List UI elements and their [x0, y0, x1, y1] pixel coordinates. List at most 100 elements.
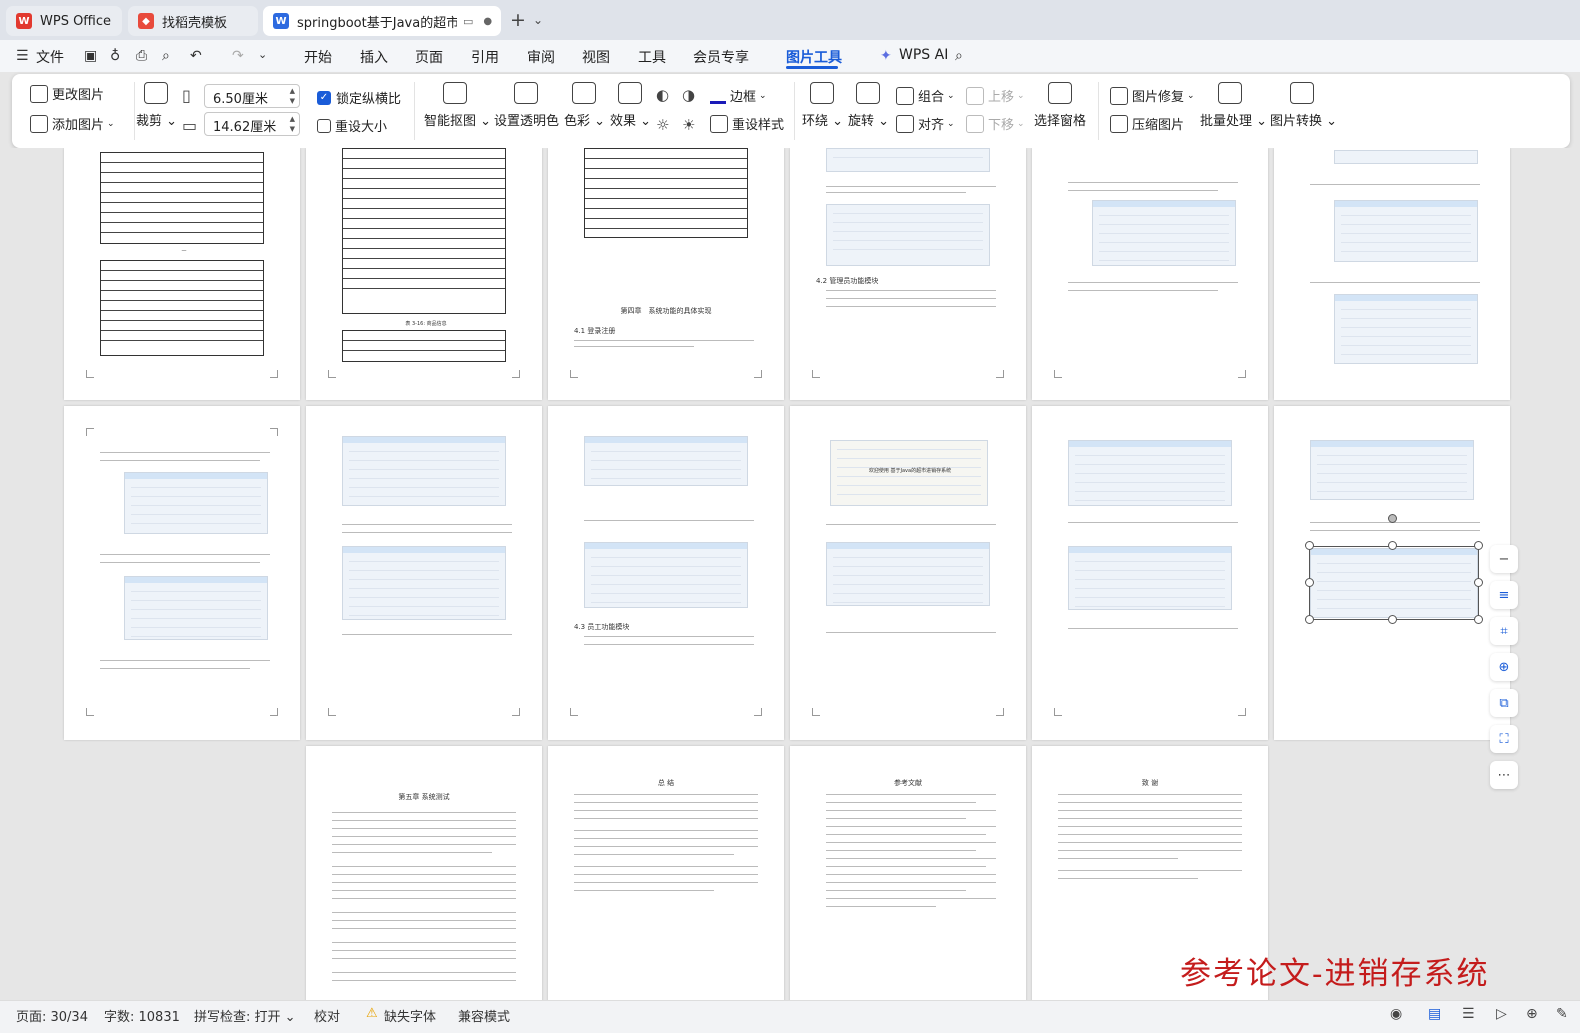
add-image-button[interactable]: 添加图片 ⌄ — [30, 114, 115, 133]
more-icon[interactable]: ⋯ — [1490, 761, 1518, 789]
menu-view[interactable]: 视图 — [582, 47, 610, 67]
print-icon[interactable]: ⎙ — [136, 48, 147, 64]
menu-insert[interactable]: 插入 — [360, 47, 388, 67]
brightness-down-icon[interactable]: ◑ — [682, 86, 695, 104]
menu-member[interactable]: 会员专享 — [693, 47, 749, 67]
width-input[interactable]: 6.50厘米 ▲ ▼ — [204, 84, 300, 108]
page-thumbnail[interactable]: 欢迎使用 基于Java的超市进销存系统 — [790, 406, 1026, 740]
search-icon[interactable]: ⌕ — [955, 48, 963, 64]
page-thumbnail-current[interactable] — [1274, 406, 1510, 740]
menu-start[interactable]: 开始 — [304, 47, 332, 67]
crop-button[interactable]: 裁剪 ⌄ — [136, 82, 177, 129]
pen-icon[interactable]: ✎ — [1556, 1006, 1568, 1022]
bring-forward-button[interactable]: 上移 ⌄ — [966, 86, 1025, 105]
web-view-icon[interactable]: ⊕ — [1526, 1006, 1538, 1022]
more-chevron-icon[interactable]: ⌄ — [258, 48, 267, 61]
page-thumbnail[interactable] — [64, 406, 300, 740]
page-thumbnail[interactable]: 总 结 — [548, 746, 784, 1000]
page-thumbnail[interactable]: 第四章 系统功能的具体实现 4.1 登录注册 — [548, 148, 784, 400]
hamburger-icon[interactable]: ☰ — [16, 48, 29, 64]
rotate-handle[interactable] — [1388, 514, 1397, 523]
zoom-in-icon[interactable]: ⊕ — [1490, 653, 1518, 681]
page-thumbnail[interactable] — [1274, 148, 1510, 400]
resize-handle[interactable] — [1305, 541, 1314, 550]
set-transparent-button[interactable]: 设置透明色 — [494, 82, 559, 129]
page-view-icon[interactable]: ▤ — [1428, 1006, 1441, 1022]
image-repair-button[interactable]: 图片修复 ⌄ — [1110, 86, 1195, 105]
unsaved-dot-icon[interactable]: ● — [483, 16, 492, 27]
resize-handle[interactable] — [1305, 615, 1314, 624]
eye-icon[interactable]: ◉ — [1390, 1006, 1402, 1022]
extract-text-icon[interactable]: ⛶ — [1490, 725, 1518, 753]
menu-tools[interactable]: 工具 — [638, 47, 666, 67]
tab-document[interactable]: W springboot基于Java的超市进 ▭ ● — [263, 6, 501, 36]
border-button[interactable]: 边框 ⌄ — [710, 86, 767, 105]
rotate-button[interactable]: 旋转 ⌄ — [848, 82, 889, 129]
page-indicator[interactable]: 页面: 30/34 — [16, 1006, 88, 1025]
wrap-button[interactable]: 环绕 ⌄ — [802, 82, 843, 129]
batch-button[interactable]: 批量处理 ⌄ — [1200, 82, 1267, 129]
height-input[interactable]: 14.62厘米 ▲ ▼ — [204, 112, 300, 136]
resize-handle[interactable] — [1388, 615, 1397, 624]
chevron-down-icon[interactable]: ⌄ — [533, 13, 543, 27]
save-icon[interactable]: ▣ — [84, 48, 97, 64]
resize-handle[interactable] — [1388, 541, 1397, 550]
selection-frame[interactable] — [1309, 546, 1479, 620]
send-backward-button[interactable]: 下移 ⌄ — [966, 114, 1025, 133]
lock-ratio-checkbox[interactable]: ✓ 锁定纵横比 — [317, 88, 401, 107]
replace-image-icon[interactable]: ⧉ — [1490, 689, 1518, 717]
menu-file[interactable]: 文件 — [36, 47, 64, 67]
page-thumbnail[interactable]: 4.2 管理员功能模块 — [790, 148, 1026, 400]
collapse-icon[interactable]: − — [1490, 545, 1518, 573]
reset-style-button[interactable]: 重设样式 — [710, 114, 784, 133]
page-thumbnail[interactable]: 第五章 系统测试 — [306, 746, 542, 1000]
align-button[interactable]: 对齐 ⌄ — [896, 114, 955, 133]
play-icon[interactable]: ▷ — [1496, 1006, 1507, 1022]
spell-check-toggle[interactable]: 拼写检查: 打开 ⌄ — [194, 1006, 296, 1025]
height-spinner[interactable]: ▲ ▼ — [290, 114, 295, 134]
menu-wps-ai[interactable]: WPS AI — [899, 47, 948, 63]
tab-templates[interactable]: ◆ 找稻壳模板 — [128, 6, 258, 36]
proofread-button[interactable]: 校对 — [314, 1006, 340, 1025]
menu-picture-tools[interactable]: 图片工具 — [786, 47, 842, 67]
screen-icon[interactable]: ▭ — [463, 15, 473, 28]
page-thumbnail[interactable] — [1032, 148, 1268, 400]
group-button[interactable]: 组合 ⌄ — [896, 86, 955, 105]
word-count[interactable]: 字数: 10831 — [104, 1006, 180, 1025]
print-preview-icon[interactable]: ⌕ — [162, 48, 170, 64]
menu-page[interactable]: 页面 — [415, 47, 443, 67]
resize-handle[interactable] — [1474, 541, 1483, 550]
page-thumbnail[interactable]: 参考文献 — [790, 746, 1026, 1000]
reset-size-button[interactable]: 重设大小 — [317, 116, 387, 135]
menu-reference[interactable]: 引用 — [471, 47, 499, 67]
change-image-button[interactable]: 更改图片 — [30, 84, 104, 103]
selection-pane-button[interactable]: 选择窗格 — [1032, 82, 1088, 129]
resize-handle[interactable] — [1474, 578, 1483, 587]
contrast-down-icon[interactable]: ☀ — [682, 116, 695, 134]
undo-icon[interactable]: ↶ — [190, 48, 202, 64]
new-tab-icon[interactable]: + — [510, 9, 526, 31]
crop-icon[interactable]: ⌗ — [1490, 617, 1518, 645]
ai-icon[interactable]: ✦ — [880, 48, 892, 64]
layout-options-icon[interactable]: ≡ — [1490, 581, 1518, 609]
resize-handle[interactable] — [1305, 578, 1314, 587]
menu-review[interactable]: 审阅 — [527, 47, 555, 67]
smart-cutout-button[interactable]: 智能抠图 ⌄ — [424, 82, 491, 129]
tab-wps-office[interactable]: W WPS Office — [6, 6, 122, 36]
format-painter-icon[interactable]: ♁ — [110, 48, 120, 64]
redo-icon[interactable]: ↷ — [232, 48, 244, 64]
convert-button[interactable]: 图片转换 ⌄ — [1270, 82, 1337, 129]
page-thumbnail[interactable]: — — [64, 148, 300, 400]
resize-handle[interactable] — [1474, 615, 1483, 624]
document-area[interactable]: — 表 3-16: 商品信息 第四章 系统功能的具体实现 4.1 登录注册 4.… — [0, 148, 1580, 1000]
brightness-up-icon[interactable]: ◐ — [656, 86, 669, 104]
color-button[interactable]: 色彩 ⌄ — [564, 82, 605, 129]
page-thumbnail[interactable] — [306, 406, 542, 740]
page-thumbnail[interactable]: 4.3 员工功能模块 — [548, 406, 784, 740]
missing-font-button[interactable]: 缺失字体 — [384, 1006, 436, 1025]
page-thumbnail[interactable]: 表 3-16: 商品信息 — [306, 148, 542, 400]
effect-button[interactable]: 效果 ⌄ — [610, 82, 651, 129]
contrast-up-icon[interactable]: ☼ — [656, 116, 669, 134]
width-spinner[interactable]: ▲ ▼ — [290, 86, 295, 106]
page-thumbnail[interactable] — [1032, 406, 1268, 740]
